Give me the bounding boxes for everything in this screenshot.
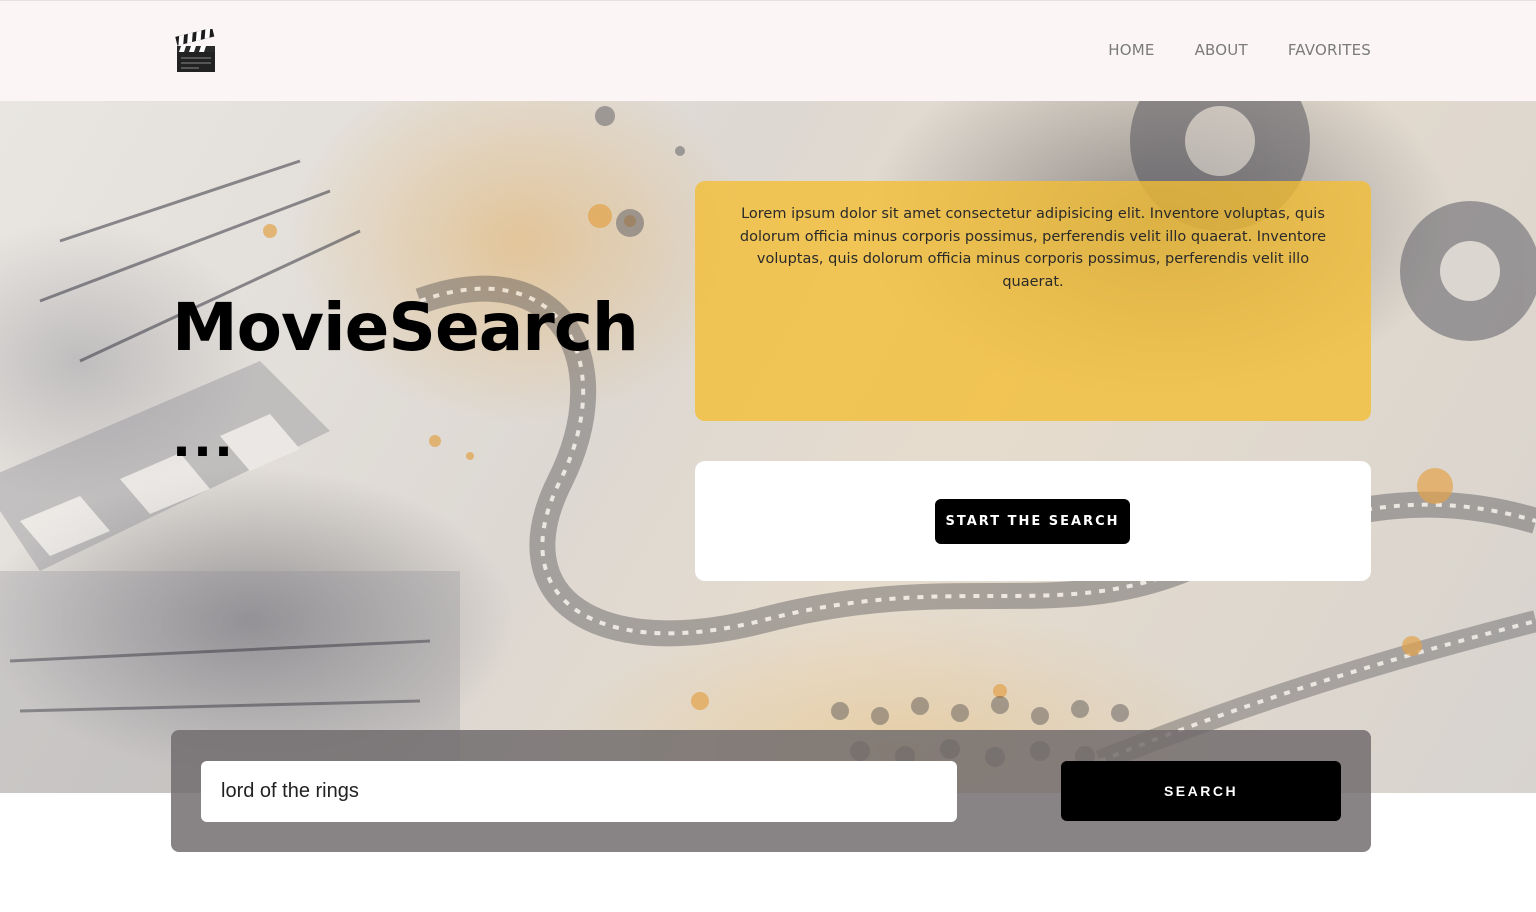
navbar: HOME ABOUT FAVORITES <box>0 0 1536 101</box>
info-box: Lorem ipsum dolor sit amet consectetur a… <box>695 181 1371 421</box>
nav-home-link[interactable]: HOME <box>1108 41 1154 59</box>
clapperboard-icon[interactable] <box>174 27 218 75</box>
start-search-button[interactable]: START THE SEARCH <box>935 499 1130 544</box>
search-button[interactable]: SEARCH <box>1061 761 1341 821</box>
hero-section: MovieSearch ... Lorem ipsum dolor sit am… <box>0 101 1536 793</box>
search-input[interactable] <box>201 761 957 822</box>
title-ellipsis: ... <box>172 410 235 468</box>
nav-about-link[interactable]: ABOUT <box>1195 41 1248 59</box>
page-title: MovieSearch <box>172 289 639 366</box>
cta-card: START THE SEARCH <box>695 461 1371 581</box>
search-panel: SEARCH <box>171 730 1371 852</box>
nav-favorites-link[interactable]: FAVORITES <box>1288 41 1371 59</box>
nav-menu: HOME ABOUT FAVORITES <box>1108 41 1371 59</box>
info-text: Lorem ipsum dolor sit amet consectetur a… <box>739 206 1327 290</box>
